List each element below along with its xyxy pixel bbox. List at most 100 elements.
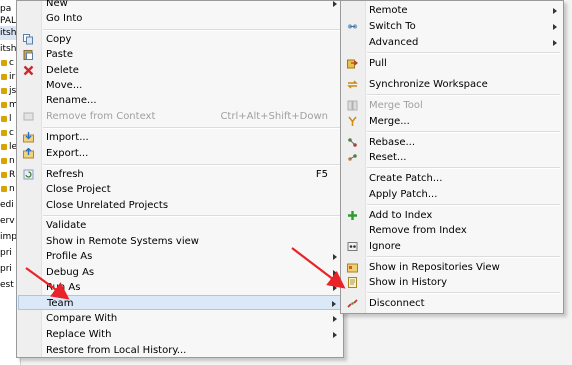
menu-item-reset[interactable]: Reset... (342, 150, 562, 165)
menu-item-label: Team (47, 298, 74, 309)
menu-item-add-to-index[interactable]: Add to Index (342, 208, 562, 223)
package-icon (1, 157, 7, 164)
menu-item-label: Delete (46, 65, 79, 76)
menu-item-merge-tool[interactable]: Merge Tool (342, 98, 562, 113)
menu-item-label: Copy (46, 34, 72, 45)
menu-item-show-repositories[interactable]: Show in Repositories View (342, 260, 562, 275)
menu-item-ignore[interactable]: Ignore (342, 239, 562, 254)
package-icon (1, 101, 7, 108)
export-icon (23, 148, 34, 159)
menu-separator (367, 131, 560, 133)
menu-separator (43, 164, 340, 166)
menu-item-label: Profile As (46, 251, 93, 262)
menu-item-import[interactable]: Import... (18, 130, 342, 145)
menu-item-show-remote-systems[interactable]: Show in Remote Systems view (18, 234, 342, 249)
menu-item-label: Debug As (46, 267, 95, 278)
menu-item-label: Ignore (369, 241, 401, 252)
merge-icon (348, 116, 357, 126)
menu-item-close-project[interactable]: Close Project (18, 182, 342, 197)
menu-separator (43, 127, 340, 129)
team-submenu: Remote Switch To Advanced Pull Synchroni… (340, 0, 564, 314)
package-icon (1, 129, 7, 136)
menu-item-move[interactable]: Move... (18, 78, 342, 93)
menu-item-label: Remove from Index (369, 225, 467, 236)
menu-item-switch-to[interactable]: Switch To (342, 19, 562, 34)
menu-item-rename[interactable]: Rename... (18, 93, 342, 108)
submenu-arrow-icon (333, 285, 337, 291)
menu-item-copy[interactable]: Copy (18, 32, 342, 47)
menu-item-advanced[interactable]: Advanced (342, 35, 562, 50)
menu-separator (367, 204, 560, 206)
submenu-arrow-icon (333, 1, 337, 7)
menu-separator (367, 167, 560, 169)
menu-item-label: Close Unrelated Projects (46, 200, 169, 211)
menu-item-label: Pull (369, 58, 387, 69)
menu-item-label: Rebase... (369, 137, 416, 148)
ignore-icon (347, 242, 358, 251)
menu-item-profile-as[interactable]: Profile As (18, 249, 342, 264)
pull-icon (347, 59, 358, 69)
submenu-arrow-icon (553, 24, 557, 30)
delete-icon (23, 65, 34, 76)
menu-item-debug-as[interactable]: Debug As (18, 265, 342, 280)
menu-item-label: Paste (46, 49, 73, 60)
menu-item-show-history[interactable]: Show in History (342, 275, 562, 290)
package-icon (1, 115, 7, 122)
menu-item-apply-patch[interactable]: Apply Patch... (342, 187, 562, 202)
menu-item-label: Remove from Context (46, 111, 156, 122)
package-icon (1, 143, 7, 150)
menu-item-label: Refresh (46, 169, 84, 180)
menu-item-label: Disconnect (369, 298, 425, 309)
menu-item-synchronize-workspace[interactable]: Synchronize Workspace (342, 77, 562, 92)
menu-item-label: Go Into (46, 13, 83, 24)
menu-item-remote[interactable]: Remote (342, 3, 562, 18)
package-icon (1, 87, 7, 94)
menu-item-label: Replace With (46, 329, 112, 340)
menu-item-delete[interactable]: Delete (18, 63, 342, 78)
submenu-arrow-icon (553, 40, 557, 46)
menu-item-pull[interactable]: Pull (342, 56, 562, 71)
remove-context-icon (23, 112, 34, 121)
menu-item-compare-with[interactable]: Compare With (18, 311, 342, 326)
menu-item-label: Advanced (369, 37, 419, 48)
menu-item-label: Close Project (46, 184, 111, 195)
menu-item-remove-from-index[interactable]: Remove from Index (342, 223, 562, 238)
submenu-arrow-icon (333, 316, 337, 322)
import-icon (23, 132, 34, 143)
menu-item-shortcut: F5 (315, 169, 328, 180)
menu-item-label: Merge Tool (369, 100, 423, 111)
menu-separator (367, 94, 560, 96)
menu-separator (43, 215, 340, 217)
menu-item-merge[interactable]: Merge... (342, 114, 562, 129)
refresh-icon (23, 169, 34, 180)
menu-item-shortcut: Ctrl+Alt+Shift+Down (220, 111, 328, 122)
menu-item-go-into[interactable]: Go Into (18, 11, 342, 26)
menu-item-label: Rename... (46, 95, 97, 106)
menu-separator (367, 256, 560, 258)
menu-item-close-unrelated-projects[interactable]: Close Unrelated Projects (18, 198, 342, 213)
menu-item-new[interactable]: New (18, 0, 342, 11)
package-icon (1, 185, 7, 192)
menu-item-paste[interactable]: Paste (18, 47, 342, 62)
menu-item-label: Apply Patch... (369, 189, 438, 200)
menu-item-refresh[interactable]: Refresh F5 (18, 167, 342, 182)
menu-item-restore-local-history[interactable]: Restore from Local History... (18, 343, 342, 358)
menu-item-label: Create Patch... (369, 173, 443, 184)
menu-item-team[interactable]: Team (18, 295, 342, 310)
menu-item-export[interactable]: Export... (18, 146, 342, 161)
submenu-arrow-icon (553, 8, 557, 14)
menu-item-rebase[interactable]: Rebase... (342, 135, 562, 150)
add-index-icon (348, 211, 357, 220)
menu-item-label: Validate (46, 220, 87, 231)
menu-item-validate[interactable]: Validate (18, 218, 342, 233)
menu-item-remove-from-context[interactable]: Remove from Context Ctrl+Alt+Shift+Down (18, 109, 342, 124)
fetch-icon (347, 24, 358, 29)
menu-item-replace-with[interactable]: Replace With (18, 327, 342, 342)
package-icon (1, 171, 7, 178)
menu-item-disconnect[interactable]: Disconnect (342, 296, 562, 311)
menu-separator (367, 52, 560, 54)
menu-separator (43, 29, 340, 31)
menu-item-label: Run As (46, 282, 81, 293)
menu-item-create-patch[interactable]: Create Patch... (342, 171, 562, 186)
menu-item-run-as[interactable]: Run As (18, 280, 342, 295)
